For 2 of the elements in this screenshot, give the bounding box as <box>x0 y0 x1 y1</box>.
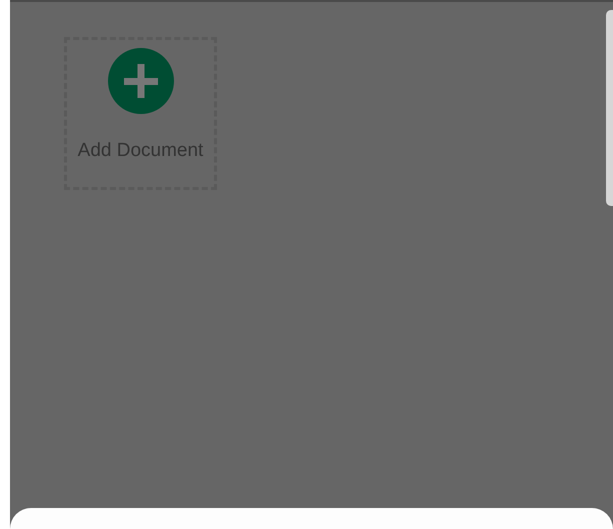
add-icon <box>108 48 174 114</box>
scrollbar[interactable] <box>606 10 613 206</box>
